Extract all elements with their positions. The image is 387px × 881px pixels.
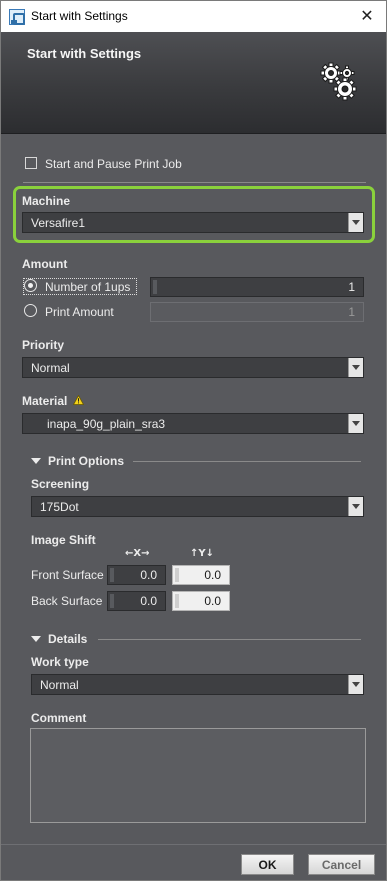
cancel-button-label: Cancel [321,857,362,872]
chevron-down-icon[interactable] [348,213,363,232]
warning-icon [73,395,84,405]
work-type-value: Normal [40,677,79,692]
amount-label: Amount [22,257,68,271]
divider [1,844,386,845]
screening-label: Screening [31,477,90,491]
priority-select[interactable]: Normal [22,357,364,378]
header-title: Start with Settings [27,46,142,61]
screening-select[interactable]: 175Dot [31,496,364,517]
front-surface-y-field[interactable]: 0.0 [172,565,230,585]
back-surface-x-field[interactable]: 0.0 [107,591,166,611]
priority-value: Normal [31,360,70,375]
field-grip [175,594,179,608]
number-of-1ups-value: 1 [348,280,355,294]
comment-label: Comment [31,711,87,725]
back-surface-x-value: 0.0 [140,594,157,608]
number-of-1ups-field[interactable]: 1 [150,277,364,297]
material-select[interactable]: inapa_90g_plain_sra3 [22,413,364,434]
gears-icon [320,62,357,101]
print-amount-value: 1 [348,305,355,319]
ok-button-label: OK [258,857,277,872]
cancel-button[interactable]: Cancel [308,854,375,875]
start-pause-label: Start and Pause Print Job [45,157,182,171]
start-pause-checkbox[interactable] [25,157,37,169]
collapse-triangle-icon[interactable] [31,636,41,642]
work-type-select[interactable]: Normal [31,674,364,695]
start-with-settings-dialog: Start with Settings ✕ Start with Setting… [0,0,387,881]
screening-value: 175Dot [40,499,79,514]
comment-textarea[interactable] [30,728,366,823]
field-grip [110,594,114,608]
app-icon [9,9,25,25]
chevron-down-icon[interactable] [348,497,363,516]
front-surface-y-value: 0.0 [204,568,221,582]
back-surface-y-field[interactable]: 0.0 [172,591,230,611]
material-value: inapa_90g_plain_sra3 [47,416,166,431]
collapse-triangle-icon[interactable] [31,458,41,464]
machine-select[interactable]: Versafire1 [22,212,364,233]
divider [133,461,361,462]
chevron-down-icon[interactable] [348,414,363,433]
radio-number-of-1ups[interactable] [24,279,37,292]
back-surface-label: Back Surface [31,594,103,608]
y-axis-header: ↑Y↓ [190,548,214,559]
machine-label: Machine [22,194,71,208]
front-surface-x-value: 0.0 [140,568,157,582]
machine-value: Versafire1 [31,215,86,230]
work-type-label: Work type [31,655,89,669]
close-button[interactable]: ✕ [358,7,376,25]
image-shift-label: Image Shift [31,533,96,547]
window-titlebar: Start with Settings ✕ [1,1,386,32]
material-label: Material [22,394,68,408]
number-of-1ups-label: Number of 1ups [45,280,131,294]
field-grip [153,280,157,294]
print-options-header[interactable]: Print Options [48,454,124,468]
priority-label: Priority [22,338,65,352]
back-surface-y-value: 0.0 [204,594,221,608]
window-title: Start with Settings [31,9,128,23]
front-surface-x-field[interactable]: 0.0 [107,565,166,585]
field-grip [110,568,114,582]
x-axis-header: ←X→ [125,548,150,559]
details-header[interactable]: Details [48,632,87,646]
ok-button[interactable]: OK [241,854,294,875]
dialog-header: Start with Settings [1,32,386,134]
divider [23,182,366,183]
print-amount-field: 1 [150,302,364,322]
chevron-down-icon[interactable] [348,358,363,377]
field-grip [175,568,179,582]
chevron-down-icon[interactable] [348,675,363,694]
front-surface-label: Front Surface [31,568,104,582]
divider [98,639,361,640]
print-amount-label: Print Amount [45,305,114,319]
radio-print-amount[interactable] [24,304,37,317]
